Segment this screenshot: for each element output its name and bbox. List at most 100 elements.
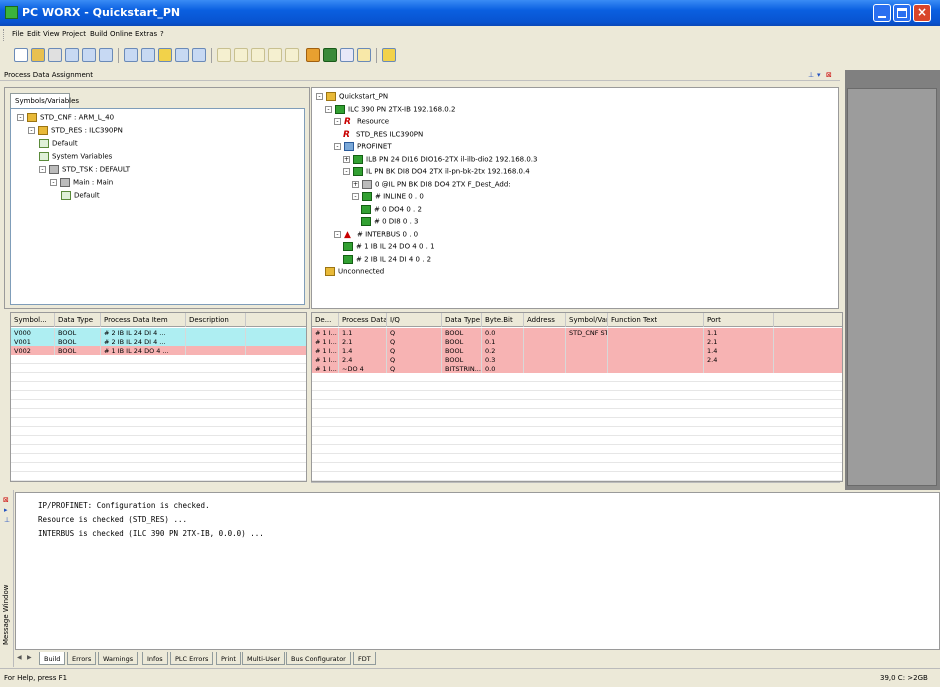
tree-item[interactable]: - ILC 390 PN 2TX-IB 192.168.0.2 bbox=[325, 104, 455, 114]
table-row[interactable]: V002 BOOL # 1 IB IL 24 DO 4 ... bbox=[11, 346, 306, 355]
view-icon[interactable] bbox=[175, 48, 189, 62]
collapse-icon[interactable]: - bbox=[17, 114, 24, 121]
tree-item[interactable]: + ILB PN 24 DI16 DIO16-2TX il-ilb-dio2 19… bbox=[343, 154, 537, 164]
column-header[interactable]: Address bbox=[524, 313, 566, 327]
column-header[interactable]: Process Data... bbox=[339, 313, 387, 327]
view-icon[interactable] bbox=[124, 48, 138, 62]
disabled-tool-icon[interactable] bbox=[234, 48, 248, 62]
tab-scroll-left-icon[interactable]: ◀ bbox=[17, 654, 22, 661]
table-row[interactable]: # 1 I... 2.1 Q BOOL 0.1 2.1 bbox=[312, 337, 842, 346]
window-layout-icon[interactable] bbox=[65, 48, 79, 62]
table-row[interactable]: # 1 I...1.1QBOOL0.0STD_CNF STD_RES \ V00… bbox=[312, 328, 842, 337]
tab-infos[interactable]: Infos bbox=[142, 652, 168, 665]
column-header[interactable]: Function Text bbox=[608, 313, 704, 327]
new-file-icon[interactable] bbox=[14, 48, 28, 62]
minimize-button[interactable] bbox=[873, 4, 891, 22]
tree-item[interactable]: # 0 DO4 0 . 2 bbox=[361, 204, 422, 214]
tree-item[interactable]: - PROFINET bbox=[334, 142, 392, 151]
tab-multi-user[interactable]: Multi-User bbox=[242, 652, 286, 665]
column-header[interactable]: I/Q bbox=[387, 313, 442, 327]
disabled-tool-icon[interactable] bbox=[285, 48, 299, 62]
collapse-icon[interactable]: - bbox=[352, 193, 359, 200]
column-header[interactable]: Symbol... bbox=[11, 313, 55, 327]
tree-item[interactable]: - Main : Main bbox=[50, 178, 113, 187]
tab-symbols-variables[interactable]: Symbols/Variables bbox=[10, 93, 79, 108]
tree-item[interactable]: Default bbox=[39, 139, 78, 148]
expand-icon[interactable]: + bbox=[352, 180, 359, 188]
window-layout-icon[interactable] bbox=[99, 48, 113, 62]
view-icon[interactable] bbox=[158, 48, 172, 62]
tree-item[interactable]: - ▲ # INTERBUS 0 . 0 bbox=[334, 230, 418, 240]
column-header[interactable]: Symbol/Variable bbox=[566, 313, 608, 327]
table-row[interactable]: V001 BOOL # 2 IB IL 24 DI 4 ... bbox=[11, 337, 306, 346]
tab-fdt[interactable]: FDT bbox=[353, 652, 376, 665]
disabled-tool-icon[interactable] bbox=[217, 48, 231, 62]
tree-item[interactable]: Unconnected bbox=[325, 267, 384, 276]
tree-item[interactable]: # 0 DI8 0 . 3 bbox=[361, 217, 419, 226]
table-row[interactable]: # 1 I... ~DO 4 Q BITSTRIN... 0.0 bbox=[312, 364, 842, 373]
collapse-icon[interactable]: - bbox=[325, 105, 332, 113]
collapse-icon[interactable]: - bbox=[50, 179, 57, 186]
tree-item[interactable]: - R Resource bbox=[334, 117, 389, 127]
menu-project[interactable]: Project bbox=[62, 30, 86, 38]
open-folder-icon[interactable] bbox=[31, 48, 45, 62]
table-row[interactable]: # 1 I... 2.4 Q BOOL 0.3 2.4 bbox=[312, 355, 842, 364]
make-icon[interactable] bbox=[323, 48, 337, 62]
menu-build[interactable]: Build bbox=[90, 30, 108, 38]
save-icon[interactable] bbox=[48, 48, 62, 62]
tree-item[interactable]: # 1 IB IL 24 DO 4 0 . 1 bbox=[343, 242, 435, 251]
tree-item[interactable]: +0 @IL PN BK DI8 DO4 2TX F_Dest_Add: bbox=[352, 179, 511, 189]
close-pane-icon[interactable]: ⊠ bbox=[826, 71, 832, 79]
menu-online[interactable]: Online bbox=[110, 30, 133, 38]
tree-item[interactable]: Default bbox=[61, 191, 100, 200]
bus-config-icon[interactable] bbox=[382, 48, 396, 62]
tab-build[interactable]: Build bbox=[39, 652, 66, 665]
menu-extras[interactable]: Extras bbox=[135, 30, 157, 38]
column-header[interactable]: Process Data Item bbox=[101, 313, 186, 327]
tree-item[interactable]: System Variables bbox=[39, 152, 112, 161]
tree-item[interactable]: - STD_TSK : DEFAULT bbox=[39, 165, 130, 174]
column-header[interactable]: Data Type bbox=[55, 313, 101, 327]
pin-icon[interactable]: ⊥ bbox=[4, 516, 10, 524]
table-row[interactable]: V000 BOOL # 2 IB IL 24 DI 4 ... bbox=[11, 328, 306, 337]
close-icon[interactable]: ⊠ bbox=[3, 496, 9, 504]
tree-item[interactable]: R STD_RES ILC390PN bbox=[343, 130, 423, 140]
menu-file[interactable]: File bbox=[12, 30, 24, 38]
tab-errors[interactable]: Errors bbox=[67, 652, 97, 665]
tree-item[interactable]: - STD_RES : ILC390PN bbox=[28, 126, 123, 135]
tree-item[interactable]: - Quickstart_PN bbox=[316, 92, 388, 101]
pin-icon[interactable]: ⊥ bbox=[808, 71, 814, 79]
collapse-icon[interactable]: - bbox=[334, 230, 341, 238]
close-button[interactable]: × bbox=[913, 4, 931, 22]
menu-view[interactable]: View bbox=[43, 30, 60, 38]
tab-plc-errors[interactable]: PLC Errors bbox=[170, 652, 214, 665]
window-layout-icon[interactable] bbox=[82, 48, 96, 62]
collapse-icon[interactable]: - bbox=[28, 127, 35, 134]
collapse-icon[interactable]: - bbox=[316, 93, 323, 100]
column-header[interactable]: De... bbox=[312, 313, 339, 327]
column-header[interactable]: Port bbox=[704, 313, 774, 327]
online-icon[interactable] bbox=[340, 48, 354, 62]
tree-item[interactable]: # 2 IB IL 24 DI 4 0 . 2 bbox=[343, 254, 431, 264]
tab-print[interactable]: Print bbox=[216, 652, 241, 665]
disabled-tool-icon[interactable] bbox=[251, 48, 265, 62]
debug-icon[interactable] bbox=[357, 48, 371, 62]
collapse-icon[interactable]: - bbox=[343, 168, 350, 175]
tab-bus-configurator[interactable]: Bus Configurator bbox=[286, 652, 351, 665]
build-icon[interactable] bbox=[306, 48, 320, 62]
tab-warnings[interactable]: Warnings bbox=[98, 652, 139, 665]
column-header[interactable]: Description bbox=[186, 313, 246, 327]
column-header[interactable]: Data Type bbox=[442, 313, 482, 327]
tab-scroll-right-icon[interactable]: ▶ bbox=[27, 654, 32, 661]
menu-edit[interactable]: Edit bbox=[27, 30, 41, 38]
tree-item[interactable]: - IL PN BK DI8 DO4 2TX il-pn-bk-2tx 192.1… bbox=[343, 167, 530, 176]
collapse-icon[interactable]: - bbox=[334, 118, 341, 125]
view-icon[interactable] bbox=[141, 48, 155, 62]
view-icon[interactable] bbox=[192, 48, 206, 62]
dropdown-icon[interactable]: ▾ bbox=[817, 71, 821, 79]
collapse-icon[interactable]: - bbox=[39, 166, 46, 173]
disabled-tool-icon[interactable] bbox=[268, 48, 282, 62]
menu-help[interactable]: ? bbox=[160, 30, 164, 38]
tree-item[interactable]: - STD_CNF : ARM_L_40 bbox=[17, 113, 114, 122]
maximize-button[interactable] bbox=[893, 4, 911, 22]
